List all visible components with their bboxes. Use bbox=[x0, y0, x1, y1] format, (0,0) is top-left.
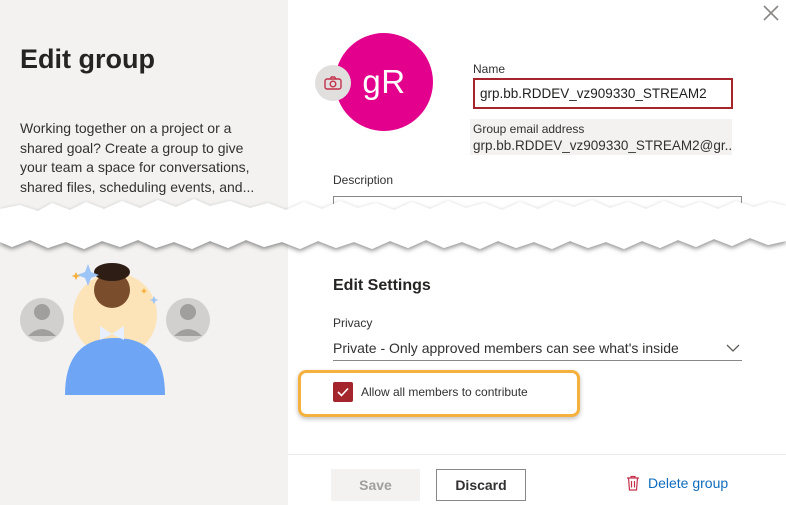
name-label: Name bbox=[473, 62, 506, 76]
email-value: grp.bb.RDDEV_vz909330_STREAM2@gr... bbox=[473, 138, 732, 153]
avatar-initials: gR bbox=[362, 63, 406, 100]
group-name-input[interactable] bbox=[473, 78, 733, 109]
allow-contribute-checkbox[interactable]: Allow all members to contribute bbox=[333, 382, 528, 402]
allow-contribute-label: Allow all members to contribute bbox=[361, 385, 528, 399]
description-label: Description bbox=[333, 173, 394, 187]
camera-icon bbox=[324, 76, 342, 90]
description-input[interactable] bbox=[333, 196, 742, 226]
checkbox-checked[interactable] bbox=[333, 382, 353, 402]
privacy-label: Privacy bbox=[333, 316, 373, 330]
privacy-value: Private - Only approved members can see … bbox=[333, 340, 679, 356]
footer-divider bbox=[288, 454, 786, 455]
intro-text: Working together on a project or a share… bbox=[20, 120, 255, 195]
chevron-down-icon bbox=[726, 344, 740, 352]
change-photo-button[interactable] bbox=[315, 65, 351, 101]
checkmark-icon bbox=[337, 387, 349, 397]
edit-settings-heading: Edit Settings bbox=[333, 277, 431, 294]
privacy-dropdown[interactable]: Private - Only approved members can see … bbox=[333, 336, 742, 361]
trash-icon bbox=[627, 475, 639, 491]
discard-button[interactable]: Discard bbox=[436, 469, 526, 501]
close-icon[interactable] bbox=[760, 2, 782, 24]
left-panel: Edit group Working together on a project… bbox=[0, 0, 288, 505]
delete-group-label: Delete group bbox=[648, 475, 729, 491]
delete-group-link[interactable]: Delete group bbox=[626, 475, 728, 491]
group-illustration bbox=[20, 263, 210, 395]
group-email-box: Group email address grp.bb.RDDEV_vz90933… bbox=[470, 119, 732, 155]
email-label: Group email address bbox=[473, 122, 585, 136]
page-title: Edit group bbox=[20, 44, 155, 74]
save-button[interactable]: Save bbox=[331, 469, 420, 501]
